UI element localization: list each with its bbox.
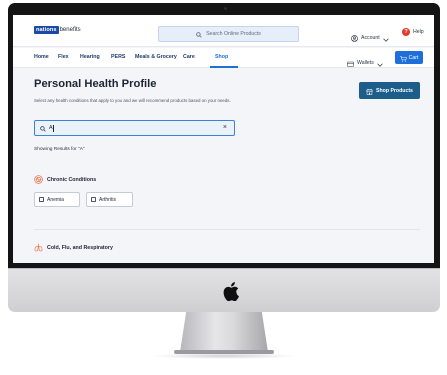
condition-chip-arthritis[interactable]: Arthritis	[86, 192, 133, 207]
nav-meals-grocery[interactable]: Meals & Grocery	[135, 54, 177, 60]
shop-products-button[interactable]: Shop Products	[359, 82, 420, 99]
floor-shadow	[150, 353, 298, 359]
nav-home[interactable]: Home	[34, 54, 49, 60]
top-header: nations benefits Search Online Products …	[13, 15, 434, 47]
section-label: Chronic Conditions	[47, 177, 97, 183]
chip-label: Arthritis	[99, 196, 116, 203]
apple-logo-icon	[220, 280, 242, 302]
monitor-chin	[8, 268, 440, 312]
camera	[224, 7, 227, 10]
account-label: Account	[361, 35, 380, 41]
wallets-menu[interactable]: Wallets	[347, 54, 383, 72]
user-circle-icon	[351, 29, 358, 47]
shop-products-label: Shop Products	[376, 87, 413, 94]
active-tab-indicator	[210, 66, 238, 68]
condition-search-input[interactable]: A ×	[34, 120, 235, 136]
nav-shop[interactable]: Shop	[215, 54, 228, 60]
wallet-icon	[347, 54, 354, 72]
help-icon: ?	[402, 28, 410, 36]
logo-mark: nations	[34, 26, 59, 34]
main-nav: Home Flex Hearing PERS Meals & Grocery C…	[13, 48, 434, 68]
search-icon	[40, 119, 46, 137]
section-divider	[34, 229, 420, 230]
logo-text: benefits	[59, 27, 81, 33]
cart-icon	[399, 49, 407, 67]
checkbox[interactable]	[39, 197, 44, 202]
page-title: Personal Health Profile	[34, 78, 157, 90]
screen: nations benefits Search Online Products …	[13, 15, 434, 263]
clear-search-icon[interactable]: ×	[223, 124, 227, 132]
monitor-stand	[180, 312, 268, 352]
section-label: Cold, Flu, and Respiratory	[47, 245, 113, 251]
nav-hearing[interactable]: Hearing	[80, 54, 100, 60]
storefront-icon	[366, 82, 373, 100]
lungs-icon	[34, 239, 43, 257]
wallets-label: Wallets	[357, 60, 374, 66]
nav-care[interactable]: Care	[183, 54, 195, 60]
results-summary: Showing Results for "A"	[34, 147, 85, 152]
nav-flex[interactable]: Flex	[58, 54, 69, 60]
chevron-down-icon	[377, 54, 383, 72]
search-icon	[196, 25, 202, 43]
text-caret	[53, 124, 54, 132]
account-menu[interactable]: Account	[351, 29, 389, 47]
search-placeholder: Search Online Products	[206, 31, 261, 37]
checkbox[interactable]	[91, 197, 96, 202]
cart-button[interactable]: Cart	[395, 51, 423, 64]
help-label: Help	[413, 29, 424, 35]
condition-search-value: A	[49, 125, 53, 131]
heart-rate-icon	[34, 171, 43, 189]
brand-logo[interactable]: nations benefits	[34, 26, 81, 34]
chip-label: Anemia	[47, 196, 64, 203]
help-link[interactable]: ? Help	[402, 28, 424, 36]
page-subtitle: Select any health conditions that apply …	[34, 98, 231, 103]
cart-label: Cart	[408, 54, 419, 61]
section-cold-flu-respiratory: Cold, Flu, and Respiratory	[34, 239, 113, 257]
nav-pers[interactable]: PERS	[111, 54, 125, 60]
condition-chip-anemia[interactable]: Anemia	[34, 192, 80, 207]
chevron-down-icon	[383, 29, 389, 47]
product-search-bar[interactable]: Search Online Products	[158, 26, 299, 42]
section-chronic-conditions: Chronic Conditions	[34, 171, 96, 189]
